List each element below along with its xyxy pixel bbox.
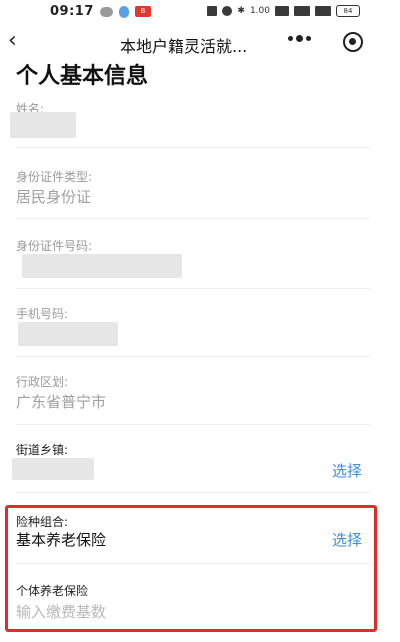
insurance-combo-select-button[interactable]: 选择 [332,529,362,550]
id-type-label: 身份证件类型: [16,170,93,184]
signal-icon-2 [315,6,331,16]
insurance-combo-label: 险种组合: [16,515,69,529]
region-value[interactable]: 广东省普宁市 [16,391,106,412]
app-badge-icon: B [134,6,151,17]
more-menu-button[interactable] [288,35,311,42]
network-speed: 1.00 [249,6,270,16]
id-number-value-redacted[interactable] [22,254,182,278]
name-value-redacted[interactable] [10,112,76,138]
divider [16,424,370,425]
status-time: 09:17 [50,4,94,19]
battery-icon: 84 [336,5,360,17]
street-value-redacted [12,458,94,480]
status-left: 09:17 B [50,4,151,19]
notification-drop-icon [118,5,129,18]
divider [16,147,370,148]
insurance-combo-value: 基本养老保险 [16,531,107,549]
divider [16,492,370,493]
more-dot-icon [296,35,303,42]
divider [16,218,370,219]
id-type-value[interactable]: 居民身份证 [16,186,91,207]
hd-icon [275,6,289,16]
pension-base-input[interactable]: 输入缴费基数 [16,601,106,622]
phone-value-redacted[interactable] [18,322,118,346]
more-dot-icon [288,36,293,41]
nav-title: 本地户籍灵活就... [120,37,248,56]
alarm-icon [222,6,233,16]
phone-label: 手机号码: [16,307,69,321]
bluetooth-icon: ✱ [237,6,245,16]
pension-label: 个体养老保险 [16,584,89,598]
signal-icon-1 [294,6,310,16]
back-arrow-icon[interactable]: ‹ [8,28,17,53]
nav-bar: ‹ 本地户籍灵活就... [0,24,400,62]
nfc-icon [207,6,218,16]
page-title: 个人基本信息 [16,64,149,89]
wechat-icon [99,6,113,17]
region-label: 行政区划: [16,375,69,389]
close-miniprogram-button[interactable] [343,32,363,52]
divider [16,563,370,564]
street-select-button[interactable]: 选择 [332,460,362,481]
divider [16,288,370,289]
street-label: 街道乡镇: [16,443,69,457]
more-dot-icon [306,36,311,41]
status-right: ✱ 1.00 84 [207,5,360,17]
status-bar: 09:17 B ✱ 1.00 84 [0,0,400,24]
divider [16,356,370,357]
id-number-label: 身份证件号码: [16,239,93,253]
